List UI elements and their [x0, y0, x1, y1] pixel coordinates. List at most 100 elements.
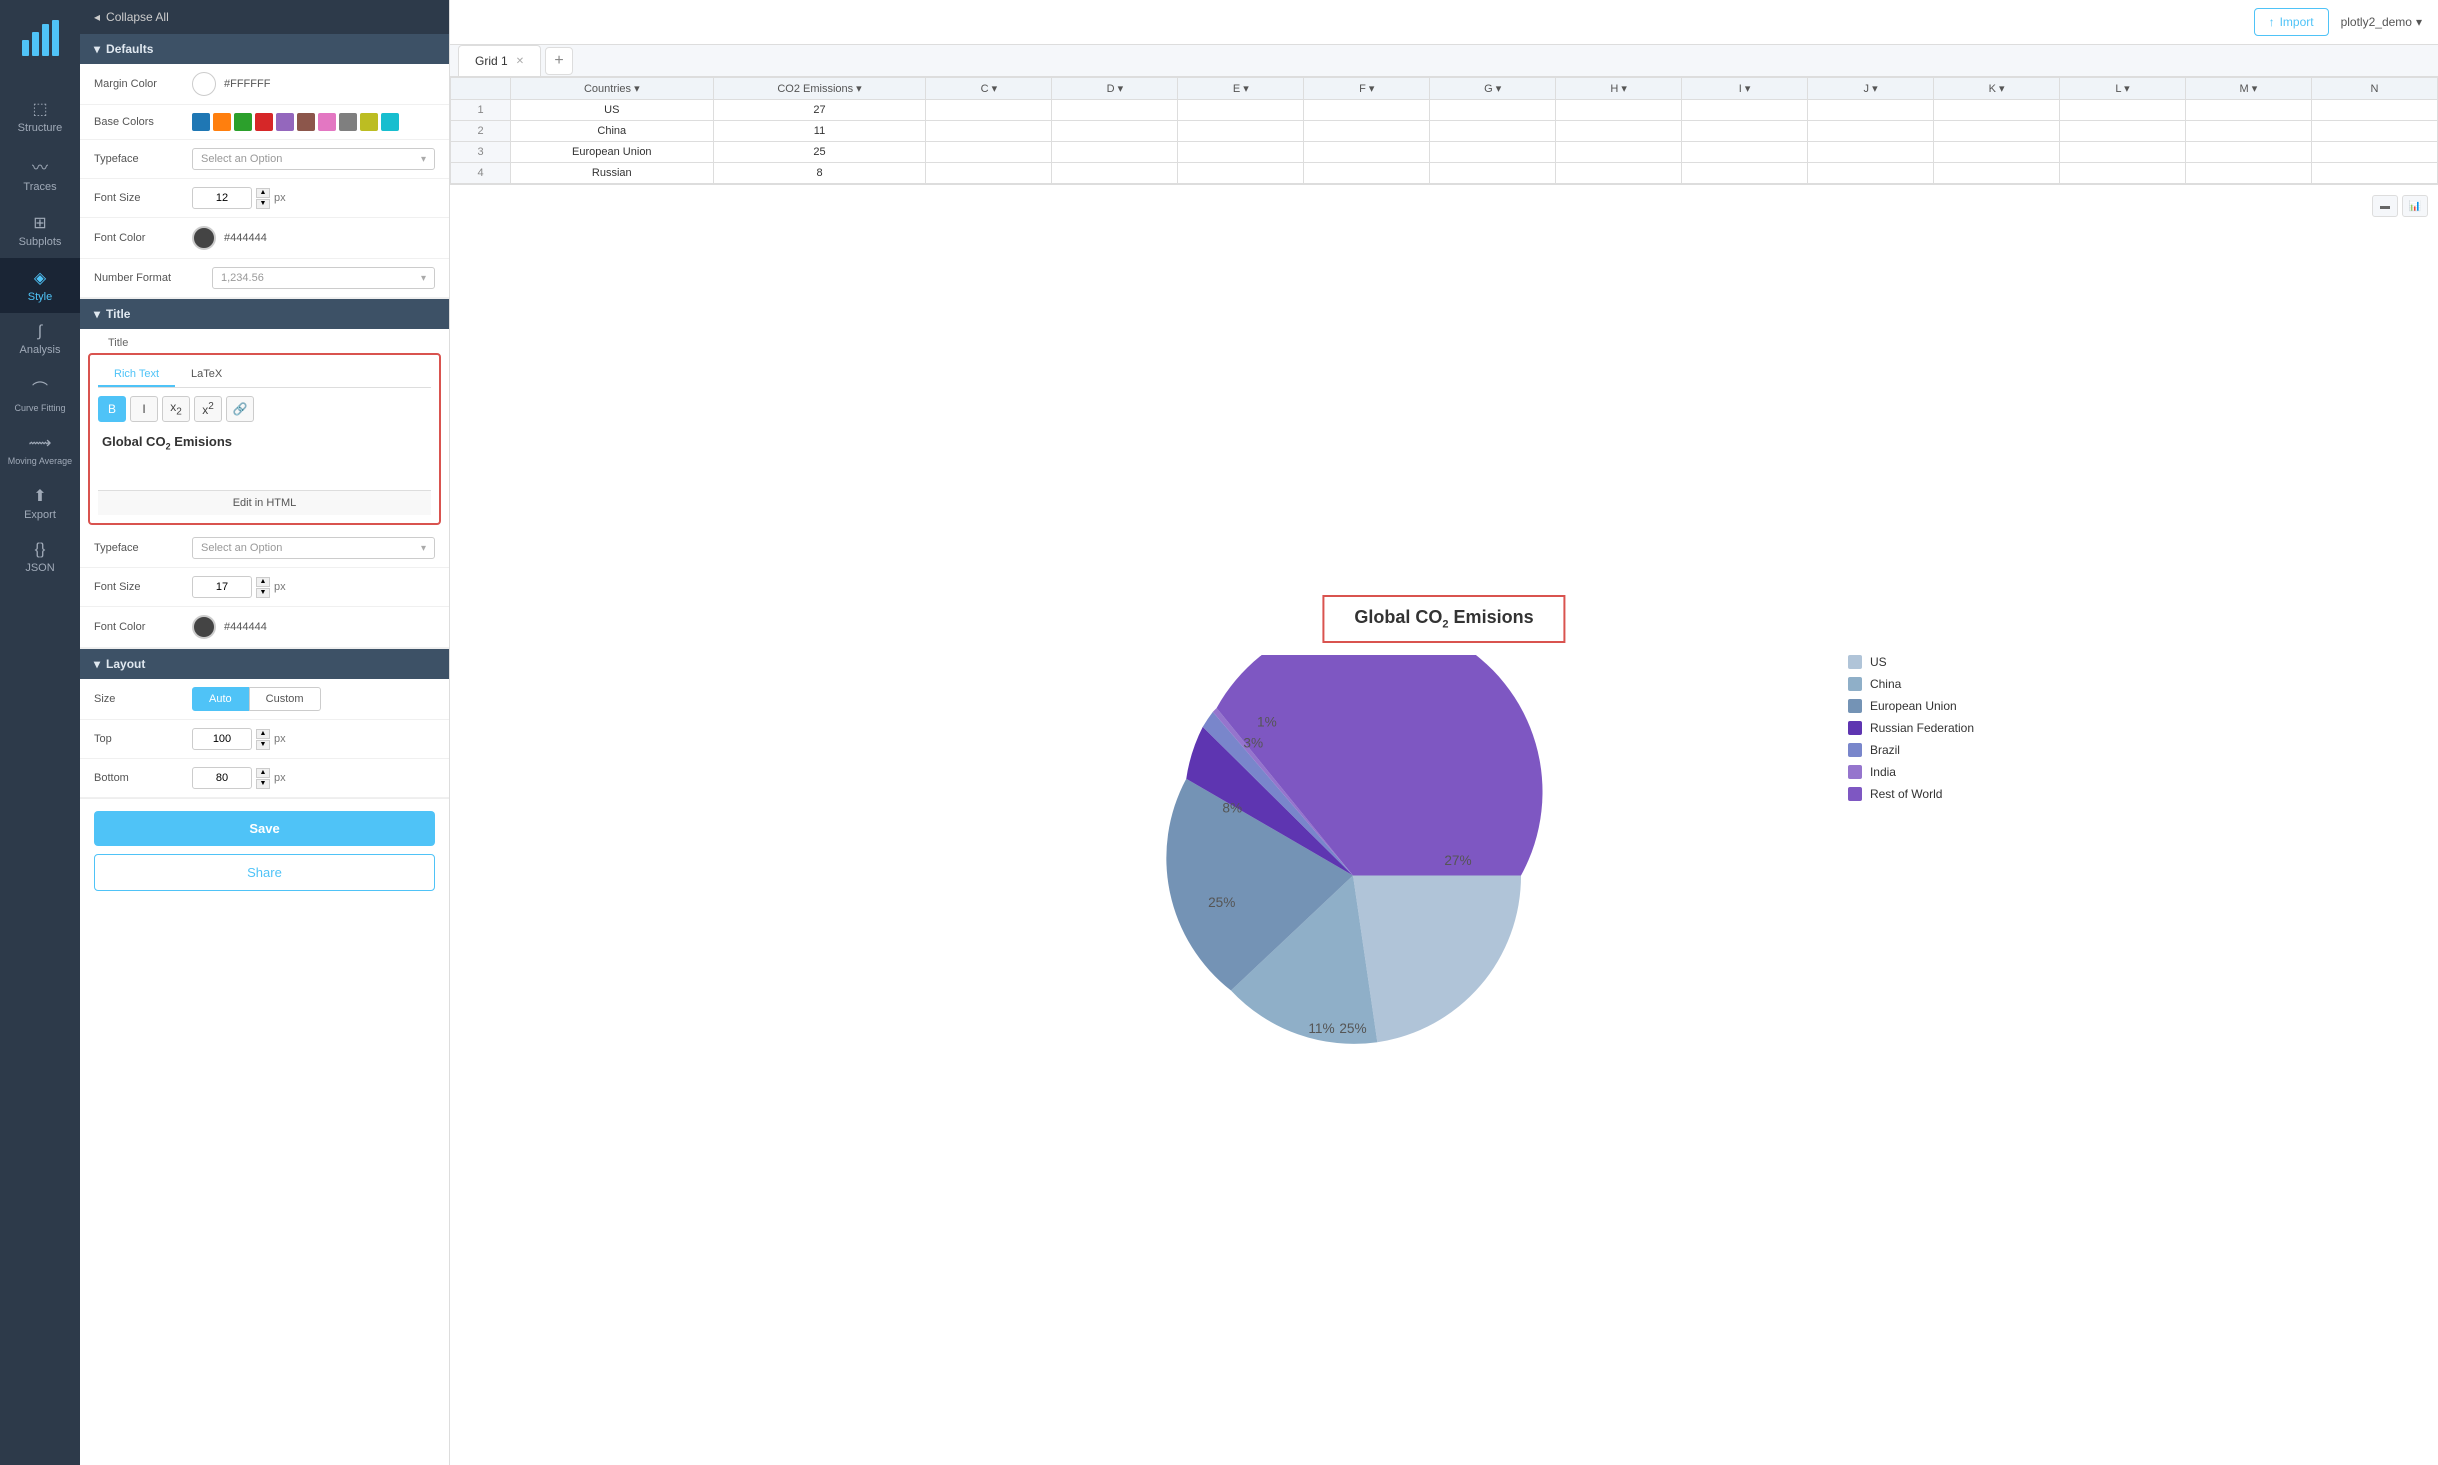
cell-e-1[interactable] [1178, 100, 1304, 121]
col-header-h[interactable]: H ▾ [1556, 78, 1682, 100]
cell-f-4[interactable] [1304, 163, 1430, 184]
cell-h-1[interactable] [1556, 100, 1682, 121]
col-header-f[interactable]: F ▾ [1304, 78, 1430, 100]
color-swatch-8[interactable] [339, 113, 357, 131]
cell-k-1[interactable] [1934, 100, 2060, 121]
cell-country-1[interactable]: US [511, 100, 714, 121]
cell-m-4[interactable] [2185, 163, 2311, 184]
collapse-all-header[interactable]: ◂ Collapse All [80, 0, 449, 34]
pie-segment-us[interactable] [1353, 876, 1521, 1043]
grid-tab-close-icon[interactable]: ✕ [516, 56, 524, 67]
import-button[interactable]: ↑ Import [2254, 8, 2329, 36]
col-header-c[interactable]: C ▾ [926, 78, 1052, 100]
cell-f-1[interactable] [1304, 100, 1430, 121]
cell-k-3[interactable] [1934, 142, 2060, 163]
bottom-down-btn[interactable]: ▼ [256, 779, 270, 789]
sidebar-item-curve-fitting[interactable]: ⌒ Curve Fitting [0, 366, 80, 423]
top-input[interactable] [192, 728, 252, 750]
col-header-countries[interactable]: Countries ▾ [511, 78, 714, 100]
cell-h-2[interactable] [1556, 121, 1682, 142]
cell-co2-2[interactable]: 11 [713, 121, 926, 142]
share-button[interactable]: Share [94, 854, 435, 891]
toolbar-link-btn[interactable]: 🔗 [226, 396, 254, 422]
col-header-k[interactable]: K ▾ [1934, 78, 2060, 100]
top-up-btn[interactable]: ▲ [256, 729, 270, 739]
font-color-swatch-title[interactable] [192, 615, 216, 639]
layout-section-header[interactable]: ▾ Layout [80, 649, 449, 679]
cell-l-1[interactable] [2060, 100, 2186, 121]
cell-e-3[interactable] [1178, 142, 1304, 163]
cell-c-3[interactable] [926, 142, 1052, 163]
color-swatch-7[interactable] [318, 113, 336, 131]
sidebar-item-subplots[interactable]: ⊞ Subplots [0, 203, 80, 258]
col-header-l[interactable]: L ▾ [2060, 78, 2186, 100]
cell-n-4[interactable] [2311, 163, 2437, 184]
mode-bar-toggle-btn[interactable]: ▬ [2372, 195, 2398, 217]
cell-co2-3[interactable]: 25 [713, 142, 926, 163]
cell-l-2[interactable] [2060, 121, 2186, 142]
size-custom-btn[interactable]: Custom [249, 687, 321, 711]
sidebar-item-analysis[interactable]: ∫ Analysis [0, 313, 80, 366]
cell-i-3[interactable] [1682, 142, 1808, 163]
mode-bar-chart-btn[interactable]: 📊 [2402, 195, 2428, 217]
title-section-header[interactable]: ▾ Title [80, 299, 449, 329]
cell-d-2[interactable] [1052, 121, 1178, 142]
tab-latex[interactable]: LaTeX [175, 363, 238, 387]
sidebar-item-moving-average[interactable]: ⟿ Moving Average [0, 423, 80, 476]
col-header-j[interactable]: J ▾ [1808, 78, 1934, 100]
cell-j-3[interactable] [1808, 142, 1934, 163]
color-swatch-3[interactable] [234, 113, 252, 131]
cell-g-1[interactable] [1430, 100, 1556, 121]
cell-co2-4[interactable]: 8 [713, 163, 926, 184]
cell-c-2[interactable] [926, 121, 1052, 142]
color-swatch-2[interactable] [213, 113, 231, 131]
sidebar-item-style[interactable]: ◈ Style [0, 258, 80, 313]
font-size-input-title[interactable] [192, 576, 252, 598]
toolbar-italic-btn[interactable]: I [130, 396, 158, 422]
cell-i-2[interactable] [1682, 121, 1808, 142]
sidebar-item-traces[interactable]: 〰 Traces [0, 144, 80, 203]
cell-m-1[interactable] [2185, 100, 2311, 121]
cell-l-4[interactable] [2060, 163, 2186, 184]
cell-n-1[interactable] [2311, 100, 2437, 121]
col-header-d[interactable]: D ▾ [1052, 78, 1178, 100]
font-size-up-title[interactable]: ▲ [256, 577, 270, 587]
margin-color-swatch[interactable] [192, 72, 216, 96]
defaults-section-header[interactable]: ▾ Defaults [80, 34, 449, 64]
cell-h-4[interactable] [1556, 163, 1682, 184]
col-header-co2[interactable]: CO2 Emissions ▾ [713, 78, 926, 100]
font-color-swatch-defaults[interactable] [192, 226, 216, 250]
cell-n-3[interactable] [2311, 142, 2437, 163]
cell-g-3[interactable] [1430, 142, 1556, 163]
cell-f-3[interactable] [1304, 142, 1430, 163]
color-swatch-6[interactable] [297, 113, 315, 131]
font-size-input-defaults[interactable] [192, 187, 252, 209]
cell-e-4[interactable] [1178, 163, 1304, 184]
cell-m-2[interactable] [2185, 121, 2311, 142]
title-text-content[interactable]: Global CO2 Emisions [98, 430, 431, 490]
top-down-btn[interactable]: ▼ [256, 740, 270, 750]
color-swatch-1[interactable] [192, 113, 210, 131]
cell-m-3[interactable] [2185, 142, 2311, 163]
cell-c-4[interactable] [926, 163, 1052, 184]
cell-g-2[interactable] [1430, 121, 1556, 142]
toolbar-bold-btn[interactable]: B [98, 396, 126, 422]
sidebar-item-structure[interactable]: ⬚ Structure [0, 89, 80, 144]
col-header-n[interactable]: N [2311, 78, 2437, 100]
toolbar-subscript-btn[interactable]: x2 [162, 396, 190, 422]
color-swatch-4[interactable] [255, 113, 273, 131]
color-swatch-10[interactable] [381, 113, 399, 131]
col-header-g[interactable]: G ▾ [1430, 78, 1556, 100]
col-header-e[interactable]: E ▾ [1178, 78, 1304, 100]
number-format-select[interactable]: 1,234.56 ▾ [212, 267, 435, 289]
cell-h-3[interactable] [1556, 142, 1682, 163]
font-size-up-defaults[interactable]: ▲ [256, 188, 270, 198]
sidebar-item-json[interactable]: {} JSON [0, 531, 80, 584]
color-swatch-5[interactable] [276, 113, 294, 131]
cell-i-1[interactable] [1682, 100, 1808, 121]
grid-tab-1[interactable]: Grid 1 ✕ [458, 45, 541, 76]
cell-j-4[interactable] [1808, 163, 1934, 184]
toolbar-superscript-btn[interactable]: x2 [194, 396, 222, 422]
cell-j-2[interactable] [1808, 121, 1934, 142]
color-swatch-9[interactable] [360, 113, 378, 131]
